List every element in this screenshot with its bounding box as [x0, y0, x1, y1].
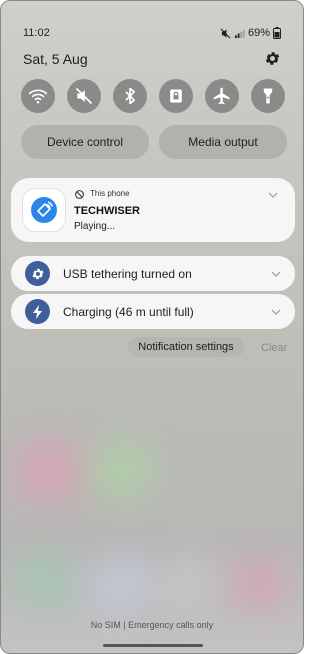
app-icon — [23, 189, 65, 231]
wifi-toggle[interactable] — [21, 79, 55, 113]
battery-icon — [273, 27, 281, 39]
speaker-icon — [31, 197, 57, 223]
quick-settings-row — [21, 79, 285, 113]
usb-tethering-title: USB tethering turned on — [63, 267, 192, 281]
status-time: 11:02 — [23, 27, 50, 39]
chevron-down-icon[interactable] — [271, 309, 281, 315]
mute-icon — [220, 28, 231, 38]
date-label: Sat, 5 Aug — [23, 51, 88, 67]
battery-percent: 69% — [247, 27, 270, 39]
rotation-lock-toggle[interactable] — [159, 79, 193, 113]
chevron-down-icon[interactable] — [271, 271, 281, 277]
charging-notification[interactable]: Charging (46 m until full) — [11, 294, 295, 329]
bolt-icon — [32, 304, 42, 319]
gear-icon[interactable] — [264, 50, 281, 67]
bluetooth-toggle[interactable] — [113, 79, 147, 113]
media-notification[interactable]: This phone TECHWISER Playing... — [11, 178, 295, 242]
notification-subtitle: Playing... — [74, 221, 116, 232]
media-output-button[interactable]: Media output — [159, 125, 287, 159]
charging-icon-badge — [25, 299, 50, 324]
media-output-label: Media output — [188, 135, 258, 149]
status-bar: 11:02 69% — [23, 27, 281, 43]
blurred-home-background — [1, 371, 303, 653]
airplane-toggle[interactable] — [205, 79, 239, 113]
notification-settings-button[interactable]: Notification settings — [128, 337, 244, 357]
notification-source: This phone — [90, 189, 130, 198]
notification-settings-label: Notification settings — [138, 341, 234, 353]
flashlight-icon — [263, 88, 273, 104]
sim-status-text: No SIM | Emergency calls only — [90, 620, 214, 630]
home-indicator[interactable] — [103, 644, 203, 647]
settings-icon — [31, 268, 44, 279]
sound-toggle[interactable] — [67, 79, 101, 113]
charging-title: Charging (46 m until full) — [63, 305, 194, 319]
usb-tethering-notification[interactable]: USB tethering turned on — [11, 256, 295, 291]
usb-icon-badge — [25, 261, 50, 286]
device-control-button[interactable]: Device control — [21, 125, 149, 159]
sound-off-icon — [75, 87, 93, 105]
notification-shade: 11:02 69% Sat, 5 Aug Device control Medi… — [0, 0, 304, 654]
flashlight-toggle[interactable] — [251, 79, 285, 113]
phone-source-icon — [75, 190, 84, 199]
wifi-icon — [28, 89, 48, 104]
screen-rotation-lock-icon — [170, 89, 182, 103]
device-control-label: Device control — [46, 135, 124, 149]
notification-title: TECHWISER — [74, 205, 140, 217]
bluetooth-icon — [125, 87, 135, 105]
clear-button[interactable]: Clear — [261, 342, 287, 354]
chevron-down-icon[interactable] — [268, 192, 278, 198]
signal-icon — [234, 29, 245, 38]
airplane-icon — [213, 87, 230, 105]
